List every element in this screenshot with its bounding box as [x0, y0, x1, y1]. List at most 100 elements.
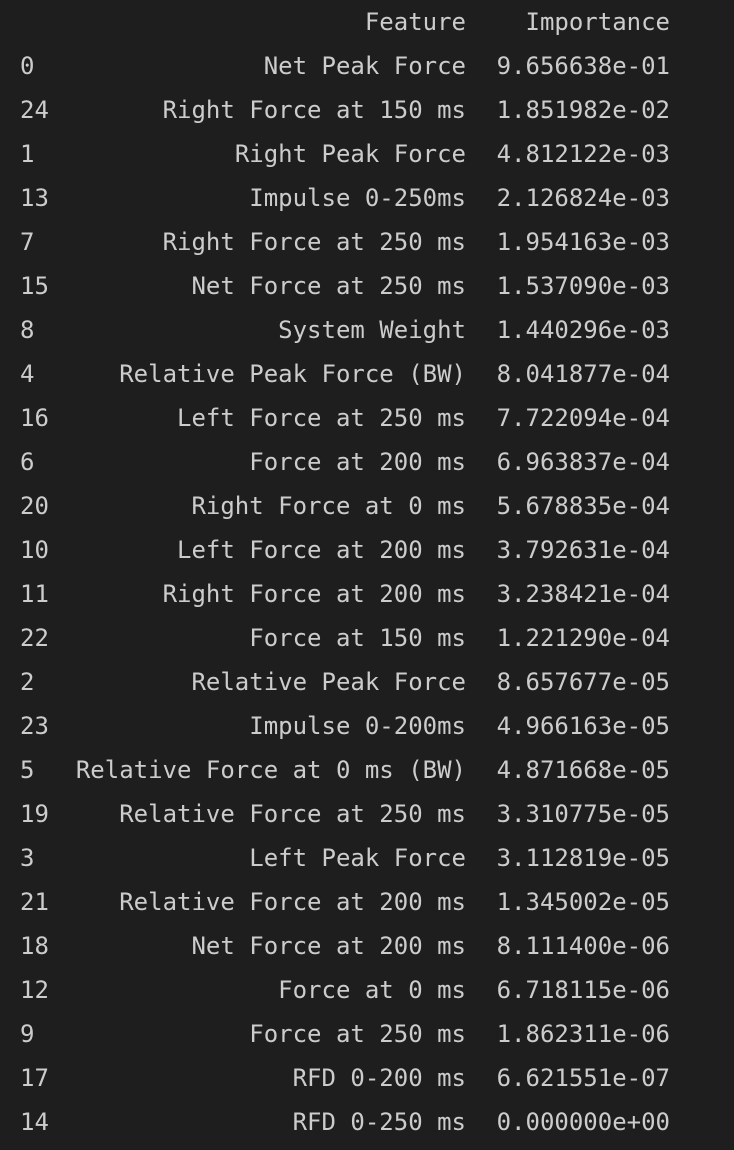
table-row: 5 Relative Force at 0 ms (BW) 4.871668e-05: [0, 748, 734, 792]
row-index: 9: [20, 1020, 35, 1048]
feature-name: Relative Force at 0 ms (BW): [75, 756, 466, 784]
row-index: 8: [20, 316, 35, 344]
importance-value: 3.310775e-05: [496, 800, 670, 828]
table-row: 24 Right Force at 150 ms 1.851982e-02: [0, 88, 734, 132]
table-row: 16 Left Force at 250 ms 7.722094e-04: [0, 396, 734, 440]
feature-name: Right Peak Force: [234, 140, 466, 168]
importance-value: 6.963837e-04: [496, 448, 670, 476]
row-index: 6: [20, 448, 35, 476]
table-row: 17 RFD 0-200 ms 6.621551e-07: [0, 1056, 734, 1100]
row-index: 4: [20, 360, 35, 388]
importance-value: 8.657677e-05: [496, 668, 670, 696]
feature-name: Left Force at 200 ms: [177, 536, 466, 564]
feature-name: Right Force at 200 ms: [162, 580, 466, 608]
importance-value: 1.954163e-03: [496, 228, 670, 256]
table-row: 14 RFD 0-250 ms 0.000000e+00: [0, 1100, 734, 1144]
importance-value: 4.812122e-03: [496, 140, 670, 168]
row-index: 21: [20, 888, 49, 916]
feature-name: Net Force at 200 ms: [191, 932, 466, 960]
row-index: 5: [20, 756, 35, 784]
importance-value: 1.345002e-05: [496, 888, 670, 916]
importance-value: 7.722094e-04: [496, 404, 670, 432]
feature-name: Relative Peak Force (BW): [119, 360, 466, 388]
row-index: 15: [20, 272, 49, 300]
row-index: 23: [20, 712, 49, 740]
dataframe-output: Feature Importance 0 Net Peak Force 9.6566…: [0, 0, 734, 1150]
feature-name: Right Force at 0 ms: [191, 492, 466, 520]
row-index: 10: [20, 536, 49, 564]
feature-name: Right Force at 250 ms: [162, 228, 466, 256]
row-index: 16: [20, 404, 49, 432]
table-row: 4 Relative Peak Force (BW) 8.041877e-04: [0, 352, 734, 396]
importance-value: 0.000000e+00: [496, 1108, 670, 1136]
feature-name: Impulse 0-250ms: [249, 184, 466, 212]
row-index: 20: [20, 492, 49, 520]
feature-name: Right Force at 150 ms: [162, 96, 466, 124]
row-index: 11: [20, 580, 49, 608]
table-row: 3 Left Peak Force 3.112819e-05: [0, 836, 734, 880]
feature-column-header: Feature: [364, 8, 466, 36]
importance-value: 2.126824e-03: [496, 184, 670, 212]
row-index: 17: [20, 1064, 49, 1092]
row-index: 0: [20, 52, 35, 80]
row-index: 22: [20, 624, 49, 652]
importance-value: 3.112819e-05: [496, 844, 670, 872]
table-row: 8 System Weight 1.440296e-03: [0, 308, 734, 352]
importance-value: 6.621551e-07: [496, 1064, 670, 1092]
importance-value: 5.678835e-04: [496, 492, 670, 520]
importance-value: 8.111400e-06: [496, 932, 670, 960]
importance-value: 1.440296e-03: [496, 316, 670, 344]
importance-value: 6.718115e-06: [496, 976, 670, 1004]
row-index: 24: [20, 96, 49, 124]
table-row: 22 Force at 150 ms 1.221290e-04: [0, 616, 734, 660]
feature-name: RFD 0-200 ms: [292, 1064, 466, 1092]
table-row: 12 Force at 0 ms 6.718115e-06: [0, 968, 734, 1012]
table-row: 9 Force at 250 ms 1.862311e-06: [0, 1012, 734, 1056]
table-row: 11 Right Force at 200 ms 3.238421e-04: [0, 572, 734, 616]
row-index: 3: [20, 844, 35, 872]
row-index: 12: [20, 976, 49, 1004]
feature-name: Net Force at 250 ms: [191, 272, 466, 300]
table-row: 18 Net Force at 200 ms 8.111400e-06: [0, 924, 734, 968]
table-row: 0 Net Peak Force 9.656638e-01: [0, 44, 734, 88]
feature-name: Relative Force at 250 ms: [119, 800, 466, 828]
row-index: 14: [20, 1108, 49, 1136]
importance-value: 1.851982e-02: [496, 96, 670, 124]
importance-value: 1.221290e-04: [496, 624, 670, 652]
importance-value: 3.792631e-04: [496, 536, 670, 564]
feature-name: Force at 0 ms: [278, 976, 466, 1004]
importance-value: 3.238421e-04: [496, 580, 670, 608]
importance-value: 4.871668e-05: [496, 756, 670, 784]
feature-name: Relative Peak Force: [191, 668, 466, 696]
table-row: 2 Relative Peak Force 8.657677e-05: [0, 660, 734, 704]
importance-value: 1.862311e-06: [496, 1020, 670, 1048]
feature-name: Force at 250 ms: [249, 1020, 466, 1048]
row-index: 19: [20, 800, 49, 828]
table-row: 6 Force at 200 ms 6.963837e-04: [0, 440, 734, 484]
table-row: 15 Net Force at 250 ms 1.537090e-03: [0, 264, 734, 308]
table-row: 10 Left Force at 200 ms 3.792631e-04: [0, 528, 734, 572]
feature-name: Left Peak Force: [249, 844, 466, 872]
table-row: 19 Relative Force at 250 ms 3.310775e-05: [0, 792, 734, 836]
importance-value: 9.656638e-01: [496, 52, 670, 80]
feature-name: RFD 0-250 ms: [292, 1108, 466, 1136]
row-index: 2: [20, 668, 35, 696]
importance-value: 1.537090e-03: [496, 272, 670, 300]
row-index: 18: [20, 932, 49, 960]
row-index: 1: [20, 140, 35, 168]
feature-name: Left Force at 250 ms: [177, 404, 466, 432]
feature-name: System Weight: [278, 316, 466, 344]
row-index: 13: [20, 184, 49, 212]
table-row: 1 Right Peak Force 4.812122e-03: [0, 132, 734, 176]
row-index: 7: [20, 228, 35, 256]
feature-name: Net Peak Force: [263, 52, 466, 80]
table-header: Feature Importance: [0, 0, 734, 44]
importance-value: 4.966163e-05: [496, 712, 670, 740]
table-row: 7 Right Force at 250 ms 1.954163e-03: [0, 220, 734, 264]
table-row: 21 Relative Force at 200 ms 1.345002e-05: [0, 880, 734, 924]
feature-name: Force at 150 ms: [249, 624, 466, 652]
importance-value: 8.041877e-04: [496, 360, 670, 388]
table-row: 20 Right Force at 0 ms 5.678835e-04: [0, 484, 734, 528]
table-row: 13 Impulse 0-250ms 2.126824e-03: [0, 176, 734, 220]
table-row: 23 Impulse 0-200ms 4.966163e-05: [0, 704, 734, 748]
